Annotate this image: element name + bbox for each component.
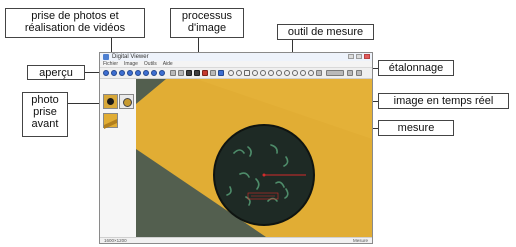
window-controls xyxy=(348,54,370,59)
maximize-button[interactable] xyxy=(356,54,362,59)
measure-point-icon[interactable] xyxy=(292,70,298,76)
captured-photo-thumb[interactable] xyxy=(103,113,118,128)
measure-circle-3pt-icon[interactable] xyxy=(260,70,266,76)
callout-photo-taken: photo prise avant xyxy=(22,92,68,137)
callout-measure-tool: outil de mesure xyxy=(277,24,374,40)
image-flip-icon[interactable] xyxy=(210,70,216,76)
image-color-icon[interactable] xyxy=(202,70,208,76)
app-window: Digital Viewer Fichier Image Outils Aide xyxy=(99,52,373,244)
captured-photo-thumb[interactable] xyxy=(119,94,134,109)
menu-help[interactable]: Aide xyxy=(163,61,173,67)
measure-arc-icon[interactable] xyxy=(276,70,282,76)
calibration-dropdown[interactable] xyxy=(326,70,344,76)
status-bar: 1600×1200 Mesure xyxy=(100,237,372,243)
settings-button[interactable] xyxy=(135,70,141,76)
close-button[interactable] xyxy=(364,54,370,59)
stop-button[interactable] xyxy=(127,70,133,76)
measure-polyline-icon[interactable] xyxy=(236,70,242,76)
leader-line-photo-taken xyxy=(68,103,103,104)
captured-photo-thumb[interactable] xyxy=(103,94,118,109)
measure-grid-icon[interactable] xyxy=(300,70,306,76)
menu-image[interactable]: Image xyxy=(124,61,138,67)
menu-bar: Fichier Image Outils Aide xyxy=(100,61,372,68)
preview-button[interactable] xyxy=(103,70,109,76)
measure-rect-icon[interactable] xyxy=(244,70,250,76)
image-gray-icon[interactable] xyxy=(178,70,184,76)
callout-image-processing: processus d'image xyxy=(170,8,244,38)
callout-calibration: étalonnage xyxy=(378,60,454,76)
toolbar xyxy=(100,68,372,79)
callout-preview: aperçu xyxy=(27,65,85,80)
measure-text-icon[interactable] xyxy=(284,70,290,76)
status-resolution: 1600×1200 xyxy=(104,238,127,243)
minimize-button[interactable] xyxy=(348,54,354,59)
photo-capture-button[interactable] xyxy=(111,70,117,76)
image-contrast-icon[interactable] xyxy=(186,70,192,76)
image-edge-icon[interactable] xyxy=(194,70,200,76)
app-icon xyxy=(103,54,109,60)
menu-tools[interactable]: Outils xyxy=(144,61,157,67)
calibration-button[interactable] xyxy=(347,70,353,76)
calibration-settings-icon[interactable] xyxy=(356,70,362,76)
video-record-button[interactable] xyxy=(119,70,125,76)
image-rotate-icon[interactable] xyxy=(218,70,224,76)
resolution-button[interactable] xyxy=(151,70,157,76)
window-title: Digital Viewer xyxy=(112,54,149,60)
callout-measurement: mesure xyxy=(378,120,454,136)
realtime-image-view[interactable] xyxy=(136,79,372,237)
left-panel xyxy=(100,79,137,243)
measure-circle-icon[interactable] xyxy=(252,70,258,76)
microscope-image xyxy=(136,79,372,237)
measure-line-icon[interactable] xyxy=(228,70,234,76)
fullscreen-button[interactable] xyxy=(159,70,165,76)
menu-file[interactable]: Fichier xyxy=(103,61,118,67)
status-mode: Mesure xyxy=(352,238,368,243)
image-invert-icon[interactable] xyxy=(170,70,176,76)
measure-clear-icon[interactable] xyxy=(308,70,314,76)
snapshot-button[interactable] xyxy=(143,70,149,76)
callout-realtime-image: image en temps réel xyxy=(378,93,509,109)
measure-list-icon[interactable] xyxy=(316,70,322,76)
measure-angle-icon[interactable] xyxy=(268,70,274,76)
callout-photo-video: prise de photos et réalisation de vidéos xyxy=(5,8,145,38)
